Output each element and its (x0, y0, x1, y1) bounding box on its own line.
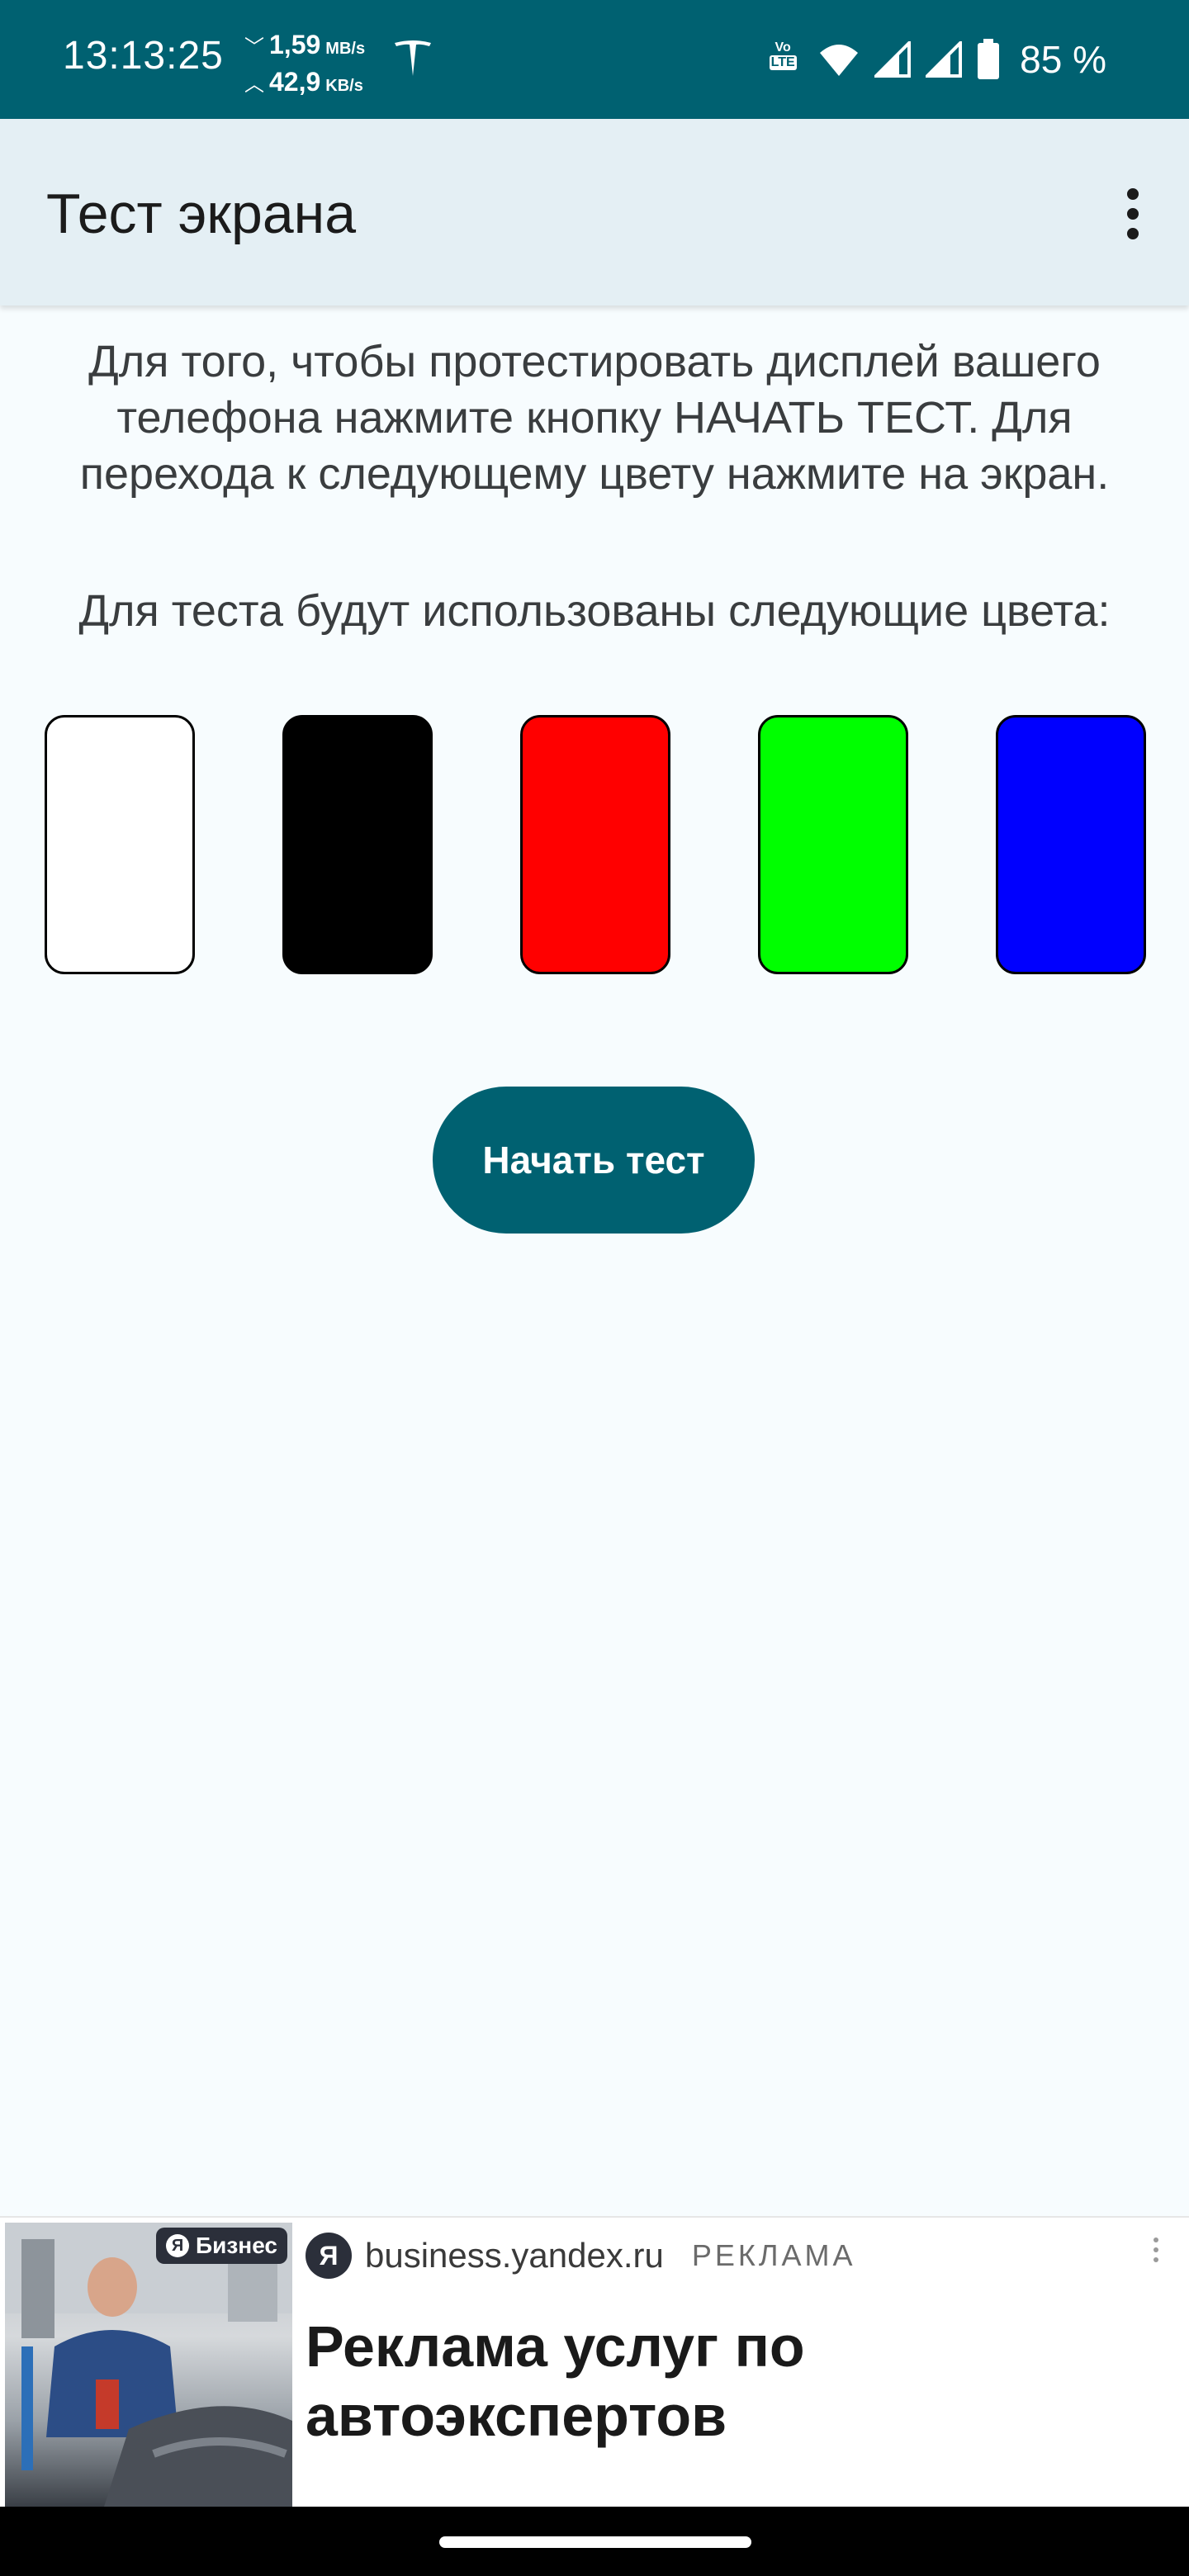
color-swatch-blue (996, 715, 1146, 974)
signal-icon (874, 41, 912, 78)
download-unit: MB/s (325, 40, 366, 58)
network-speed: ﹀ 1,59 MB/s ︿ 42,9 KB/s (244, 28, 365, 102)
app-bar: Тест экрана (0, 119, 1189, 305)
navigation-bar (0, 2507, 1189, 2576)
tesla-icon (395, 40, 431, 76)
download-arrow-icon: ﹀ (244, 36, 264, 59)
ad-headline[interactable]: Реклама услуг по автоэкспертов (306, 2312, 1164, 2451)
mechanic-illustration (5, 2223, 292, 2507)
ad-domain[interactable]: business.yandex.ru (365, 2236, 664, 2275)
color-swatch-green (758, 715, 908, 974)
battery-percent: 85 % (1020, 38, 1106, 81)
color-swatch-white (45, 715, 195, 974)
ad-more-icon[interactable] (1148, 2229, 1164, 2271)
wifi-icon (820, 45, 859, 76)
page-title: Тест экрана (46, 182, 357, 245)
ad-image[interactable]: Я Бизнес (5, 2223, 292, 2507)
color-swatch-red (520, 715, 670, 974)
volte-icon: Vo LTE (769, 40, 797, 70)
ad-label: РЕКЛАМА (691, 2238, 856, 2272)
status-time: 13:13:25 (63, 34, 224, 78)
colors-label: Для теста будут использованы следующие ц… (78, 586, 1111, 636)
home-gesture-handle[interactable] (439, 2536, 751, 2548)
yandex-logo-icon: Я (306, 2233, 352, 2279)
status-icons: Vo LTE 85 % (762, 33, 1106, 86)
start-test-button[interactable]: Начать тест (433, 1087, 755, 1234)
battery-icon (978, 39, 1000, 79)
upload-speed: 42,9 (269, 67, 321, 97)
upload-unit: KB/s (325, 77, 363, 95)
download-speed: 1,59 (269, 30, 321, 59)
ad-badge: Я Бизнес (156, 2228, 287, 2264)
more-vert-icon[interactable] (1108, 177, 1158, 251)
color-swatch-black (282, 715, 433, 974)
instructions-text: Для того, чтобы протестировать дисплей в… (79, 337, 1110, 499)
upload-arrow-icon: ︿ (244, 73, 264, 96)
status-bar: 13:13:25 ﹀ 1,59 MB/s ︿ 42,9 KB/s Vo LTE (0, 0, 1189, 119)
signal-icon (926, 41, 963, 78)
ad-source[interactable]: Я business.yandex.ru РЕКЛАМА (306, 2233, 856, 2279)
